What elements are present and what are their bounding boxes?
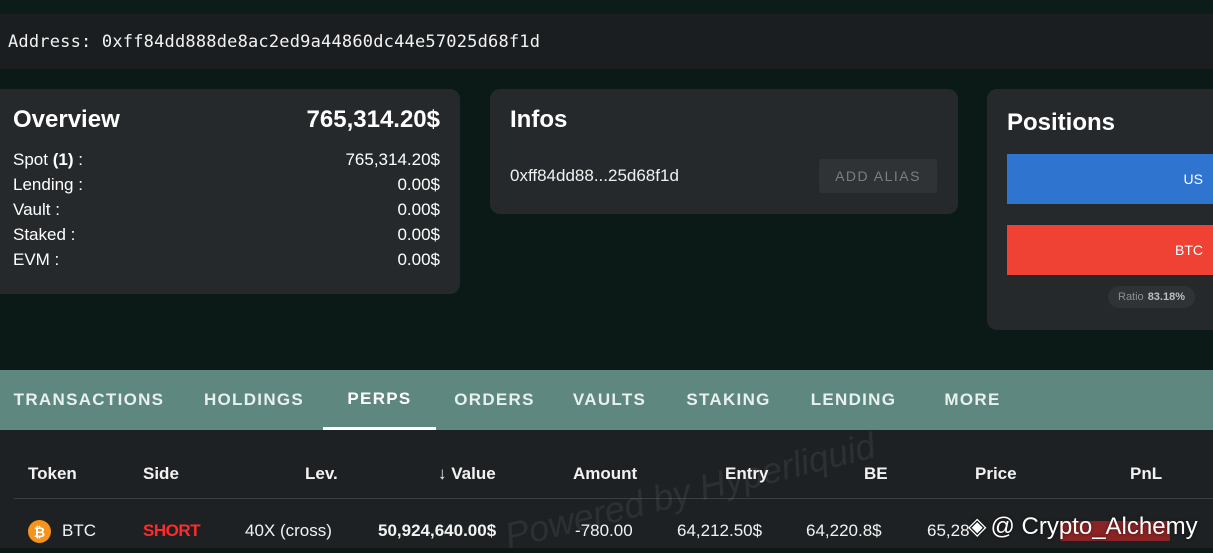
cell-entry: 64,212.50$ [677,521,763,540]
overview-title: Overview [13,106,120,133]
overview-row-label: Vault : [13,200,60,219]
bottom-strip [0,548,1213,553]
tab-perps[interactable]: PERPS [323,370,436,430]
spot-count: (1) [52,150,74,169]
overview-row-label: Staked : [13,225,76,244]
sort-arrow-down-icon: ↓ [438,464,447,483]
overview-row-evm: EVM : 0.00$ [13,250,440,272]
positions-long-label: US [1183,171,1203,187]
brand-overlay: ◈ @ Crypto_Alchemy [968,512,1198,541]
overview-row-label: EVM : [13,250,60,269]
ratio-label: Ratio [1118,291,1144,303]
column-header-price[interactable]: Price [975,464,1017,484]
cell-side: SHORT [143,521,201,540]
positions-long-bar[interactable]: US [1007,154,1213,204]
positions-short-bar[interactable]: BTC [1007,225,1213,275]
positions-short-label: BTC [1175,242,1203,258]
short-address[interactable]: 0xff84dd88...25d68f1d [510,166,679,186]
column-header-value[interactable]: ↓ Value [438,464,496,484]
column-header-token[interactable]: Token [28,464,77,484]
overview-row-value: 0.00$ [397,175,440,194]
tab-transactions[interactable]: TRANSACTIONS [0,370,178,430]
tab-staking[interactable]: STAKING [673,370,784,430]
tab-lending[interactable]: LENDING [797,370,910,430]
overview-row-vault: Vault : 0.00$ [13,200,440,222]
crypto-alchemy-logo-icon: ◈ [968,513,987,540]
positions-card: Positions US BTC Ratio 83.18% [987,89,1213,330]
top-strip [0,0,1213,14]
cell-price: 65,28 [927,521,970,540]
tab-more[interactable]: MORE [930,370,1015,430]
column-header-side[interactable]: Side [143,464,179,484]
brand-text: @ Crypto_Alchemy [990,512,1198,540]
address-bar: Address: 0xff84dd888de8ac2ed9a44860dc44e… [0,14,1213,69]
ratio-value: 83.18% [1147,291,1185,303]
address-text: Address: 0xff84dd888de8ac2ed9a44860dc44e… [8,31,541,52]
cell-amount: -780.00 [575,521,633,540]
column-header-pnl[interactable]: PnL [1130,464,1162,484]
overview-row-label: Spot (1) : [13,150,83,169]
overview-row-lending: Lending : 0.00$ [13,175,440,197]
overview-row-spot: Spot (1) : 765,314.20$ [13,150,440,172]
infos-title: Infos [510,106,568,133]
bitcoin-icon: ₿ [28,520,51,543]
cell-lev: 40X (cross) [245,521,332,540]
infos-card: Infos 0xff84dd88...25d68f1d ADD ALIAS [490,89,958,214]
tab-bar: TRANSACTIONS HOLDINGS PERPS ORDERS VAULT… [0,370,1213,430]
cell-token: BTC [62,521,96,540]
overview-total: 765,314.20$ [306,106,440,133]
overview-row-label: Lending : [13,175,83,194]
add-alias-button[interactable]: ADD ALIAS [819,159,937,193]
positions-title: Positions [1007,109,1116,136]
cell-be: 64,220.8$ [806,521,882,540]
overview-row-staked: Staked : 0.00$ [13,225,440,247]
tab-orders[interactable]: ORDERS [442,370,547,430]
cell-value: 50,924,640.00$ [378,521,497,540]
column-header-amount[interactable]: Amount [573,464,637,484]
column-header-lev[interactable]: Lev. [305,464,338,484]
tab-holdings[interactable]: HOLDINGS [190,370,318,430]
tab-vaults[interactable]: VAULTS [560,370,659,430]
ratio-badge: Ratio 83.18% [1108,286,1195,308]
overview-row-value: 0.00$ [397,250,440,269]
overview-card: Overview 765,314.20$ Spot (1) : 765,314.… [0,89,460,294]
overview-row-value: 0.00$ [397,225,440,244]
overview-row-value: 0.00$ [397,200,440,219]
overview-row-value: 765,314.20$ [345,150,440,169]
